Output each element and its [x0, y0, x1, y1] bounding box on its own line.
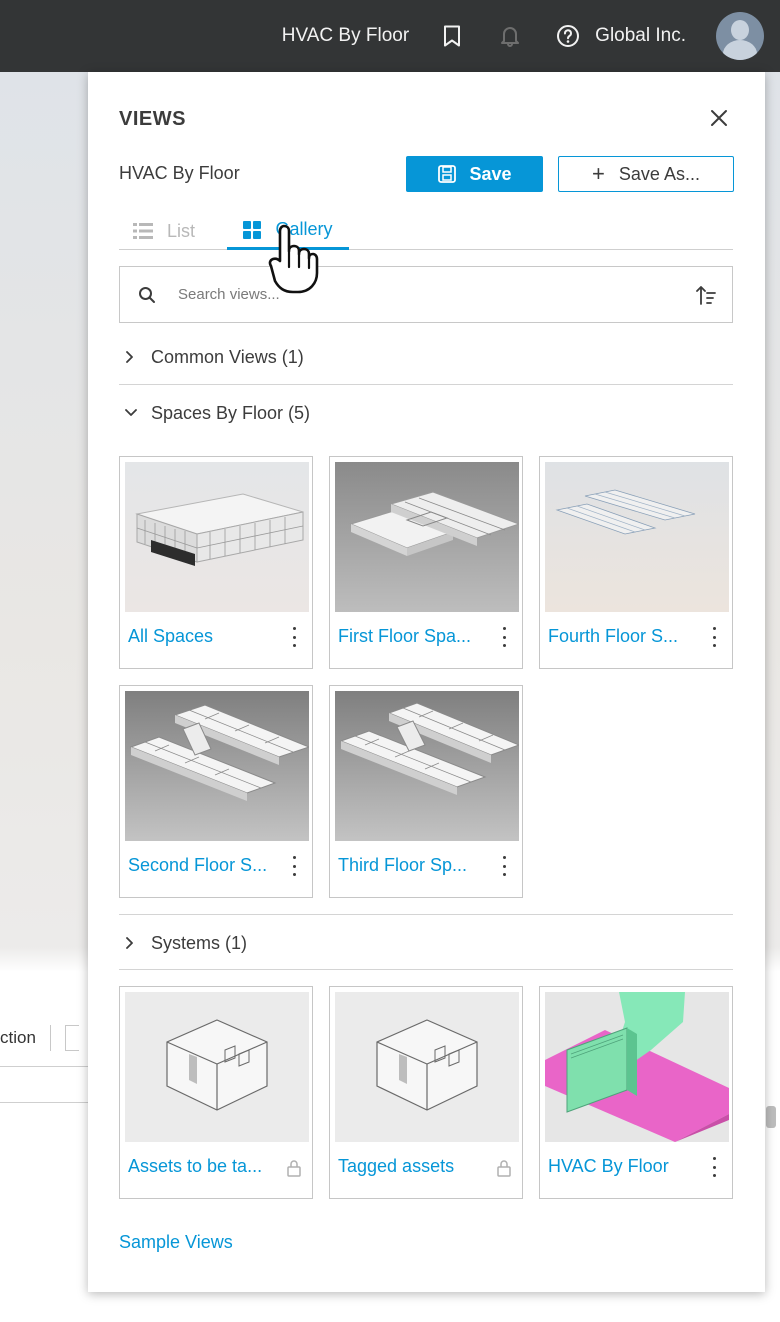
view-thumbnail: [335, 691, 519, 841]
view-card-label: First Floor Spa...: [338, 626, 472, 646]
sample-views-link[interactable]: Sample Views: [119, 1232, 233, 1253]
more-options-icon[interactable]: [710, 1157, 718, 1177]
panel-title: VIEWS: [119, 108, 186, 130]
list-icon: [133, 222, 153, 240]
view-card-label: All Spaces: [128, 626, 214, 646]
view-thumbnail: [125, 462, 309, 612]
search-box: [119, 266, 733, 323]
save-as-label: Save As...: [618, 163, 700, 184]
view-thumbnail: [125, 992, 309, 1142]
chevron-right-icon: [125, 937, 147, 949]
model-name: HVAC By Floor: [281, 25, 410, 46]
group-common-views[interactable]: Common Views (1): [119, 329, 733, 385]
view-thumbnail: [125, 691, 309, 841]
view-card-label: Assets to be ta...: [128, 1156, 263, 1176]
tab-list[interactable]: List: [133, 212, 195, 250]
view-card-assets-to-be-tagged[interactable]: Assets to be ta...: [119, 986, 313, 1199]
view-card-all-spaces[interactable]: All Spaces: [119, 456, 313, 669]
avatar[interactable]: [716, 12, 764, 60]
company-name[interactable]: Global Inc.: [595, 25, 686, 47]
hand-cursor-icon: [266, 222, 322, 296]
more-options-icon[interactable]: [500, 627, 508, 647]
background-divider: [0, 1102, 90, 1103]
sort-icon[interactable]: [696, 284, 716, 306]
view-card-label: Fourth Floor S...: [548, 626, 679, 646]
tab-list-label: List: [167, 220, 196, 241]
toolbar-divider: [49, 1025, 51, 1051]
more-options-icon[interactable]: [500, 856, 508, 876]
plus-icon: +: [592, 161, 605, 186]
group-label: Common Views (1): [151, 346, 304, 367]
view-thumbnail: [335, 992, 519, 1142]
divider: [119, 969, 733, 970]
view-card-label: Tagged assets: [338, 1156, 455, 1176]
view-card-label: Third Floor Sp...: [338, 855, 468, 875]
help-menu[interactable]: Global Inc.: [555, 23, 686, 49]
lock-icon: [496, 1159, 512, 1177]
views-panel: VIEWS HVAC By Floor Save + Save As... Li…: [88, 72, 765, 1292]
group-label: Systems (1): [151, 932, 248, 953]
bookmark-icon[interactable]: [439, 23, 465, 49]
view-card-label: Second Floor S...: [128, 855, 268, 875]
view-thumbnail: [545, 992, 729, 1142]
help-icon[interactable]: [555, 23, 581, 49]
chevron-right-icon: [125, 351, 147, 363]
view-card-fourth-floor[interactable]: Fourth Floor S...: [539, 456, 733, 669]
background-toolbar-text: ction: [0, 1028, 36, 1047]
view-thumbnail: [335, 462, 519, 612]
background-scrollbar[interactable]: [766, 1106, 776, 1128]
current-view-name: HVAC By Floor: [119, 163, 240, 183]
search-input[interactable]: [178, 286, 648, 303]
view-card-tagged-assets[interactable]: Tagged assets: [329, 986, 523, 1199]
lock-icon: [286, 1159, 302, 1177]
chevron-down-icon: [125, 408, 147, 418]
background-bottom: [0, 1292, 780, 1322]
toolbar-box: [64, 1025, 79, 1051]
view-thumbnail: [545, 462, 729, 612]
view-card-second-floor[interactable]: Second Floor S...: [119, 685, 313, 898]
more-options-icon[interactable]: [290, 856, 298, 876]
view-card-third-floor[interactable]: Third Floor Sp...: [329, 685, 523, 898]
background-toolbar: ction: [0, 1018, 100, 1058]
view-card-first-floor[interactable]: First Floor Spa...: [329, 456, 523, 669]
top-bar: HVAC By Floor Global Inc.: [0, 0, 780, 72]
close-icon[interactable]: [707, 106, 731, 130]
save-label: Save: [469, 163, 512, 184]
group-label: Spaces By Floor (5): [151, 402, 311, 423]
bell-icon[interactable]: [497, 23, 523, 49]
view-mode-tabs: List Gallery: [119, 212, 733, 250]
save-as-button[interactable]: + Save As...: [558, 156, 734, 192]
save-icon: [437, 164, 457, 184]
group-systems[interactable]: Systems (1): [119, 915, 733, 971]
more-options-icon[interactable]: [290, 627, 298, 647]
gallery-icon: [243, 220, 262, 239]
group-spaces-by-floor[interactable]: Spaces By Floor (5): [119, 385, 733, 441]
more-options-icon[interactable]: [710, 627, 718, 647]
avatar-body: [723, 40, 757, 60]
view-card-hvac-by-floor[interactable]: HVAC By Floor: [539, 986, 733, 1199]
avatar-head: [731, 20, 749, 40]
background-divider: [0, 1066, 90, 1067]
view-card-label: HVAC By Floor: [548, 1156, 669, 1176]
save-button[interactable]: Save: [406, 156, 543, 192]
search-icon: [138, 286, 156, 304]
